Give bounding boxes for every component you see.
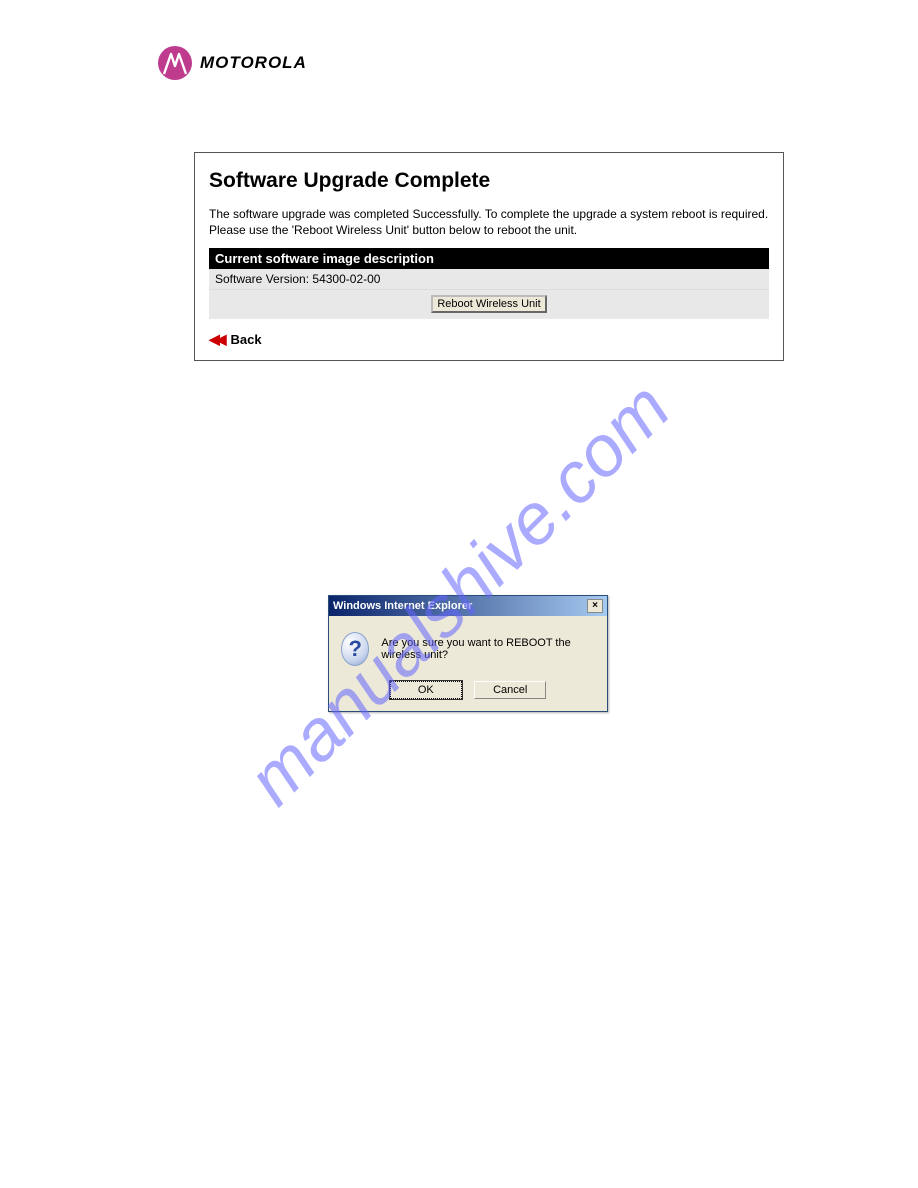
- version-label: Software Version:: [215, 272, 309, 286]
- cancel-button[interactable]: Cancel: [474, 681, 546, 699]
- version-value: 54300-02-00: [312, 272, 380, 286]
- dialog-titlebar: Windows Internet Explorer ×: [329, 596, 607, 616]
- back-arrow-icon: ◀◀: [209, 331, 223, 348]
- panel-title: Software Upgrade Complete: [209, 169, 769, 193]
- brand-name: MOTOROLA: [200, 53, 307, 73]
- reboot-button[interactable]: Reboot Wireless Unit: [431, 295, 546, 313]
- ok-button[interactable]: OK: [390, 681, 462, 699]
- back-link[interactable]: ◀◀ Back: [209, 331, 262, 348]
- brand-logo: MOTOROLA: [158, 46, 307, 80]
- button-row: Reboot Wireless Unit: [209, 290, 769, 319]
- back-label: Back: [231, 332, 262, 347]
- close-icon[interactable]: ×: [587, 599, 603, 613]
- dialog-buttons: OK Cancel: [329, 676, 607, 711]
- section-header: Current software image description: [209, 248, 769, 269]
- dialog-message: Are you sure you want to REBOOT the wire…: [381, 637, 595, 661]
- software-version-row: Software Version: 54300-02-00: [209, 269, 769, 290]
- motorola-icon: [158, 46, 192, 80]
- confirm-dialog: Windows Internet Explorer × ? Are you su…: [328, 595, 608, 712]
- dialog-title-text: Windows Internet Explorer: [333, 600, 472, 612]
- upgrade-panel: Software Upgrade Complete The software u…: [194, 152, 784, 361]
- question-icon: ?: [341, 632, 369, 666]
- panel-description: The software upgrade was completed Succe…: [209, 207, 769, 238]
- watermark-text: manualshive.com: [232, 367, 686, 821]
